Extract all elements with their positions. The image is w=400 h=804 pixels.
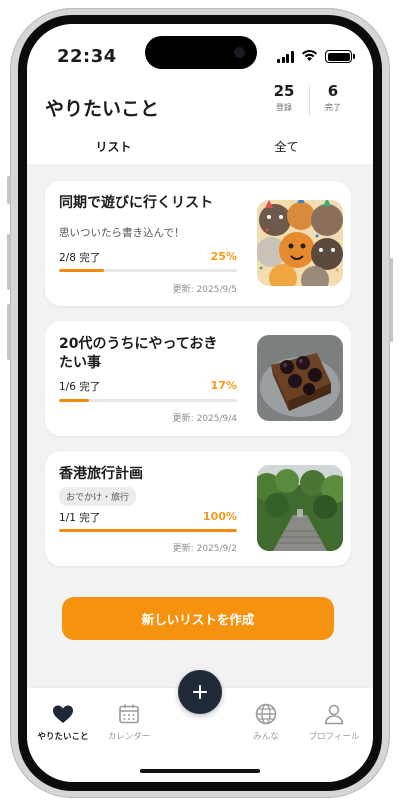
list-card-updated: 更新: 2025/9/2 <box>172 544 237 554</box>
list-card-updated: 更新: 2025/9/5 <box>172 285 237 295</box>
progress-fill <box>59 269 104 272</box>
cellular-signal-icon <box>277 51 295 63</box>
add-button[interactable] <box>178 670 222 714</box>
tab-all[interactable]: 全て <box>200 134 373 155</box>
list-card-title: 香港旅行計画 <box>59 466 143 482</box>
list-card-progress-bar <box>59 269 237 272</box>
progress-fill <box>59 529 237 532</box>
list-card-percent: 100% <box>203 510 237 523</box>
stat-completed-value: 6 <box>327 82 339 100</box>
list-card[interactable]: 同期で遊びに行くリスト 思いついたら書き込んで！ 2/8 完了 25% 更新: … <box>45 181 351 306</box>
list-card-title: 20代のうちにやっておきたい事 <box>59 336 218 371</box>
list-card-progress-bar <box>59 529 237 532</box>
list-card-description: 思いついたら書き込んで！ <box>59 227 185 239</box>
person-icon <box>324 704 344 725</box>
page-title: やりたいこと <box>45 98 160 120</box>
stat-completed-label: 完了 <box>325 103 341 112</box>
nav-item-profile[interactable]: プロフィール <box>299 702 369 742</box>
wifi-icon <box>302 49 317 61</box>
app-header: やりたいこと 25 登録 6 完了 リスト 全て <box>27 82 373 164</box>
list-card[interactable]: 香港旅行計画 おでかけ・旅行 1/1 完了 100% 更新: 2025/9/2 <box>45 451 351 566</box>
stat-completed: 6 完了 <box>315 82 351 113</box>
list-card-progress-text: 2/8 完了 <box>59 252 101 264</box>
cartoon-cats-party-image <box>257 200 343 286</box>
stat-registered-value: 25 <box>273 82 295 100</box>
stat-registered: 25 登録 <box>266 82 302 113</box>
nav-label: みんな <box>253 732 279 742</box>
battery-icon <box>325 50 355 63</box>
create-list-button[interactable]: 新しいリストを作成 <box>62 597 334 640</box>
list-card-progress-text: 1/1 完了 <box>59 512 101 524</box>
stat-divider <box>309 86 310 116</box>
nav-item-community[interactable]: みんな <box>231 702 301 742</box>
power-button <box>389 258 393 342</box>
calendar-icon <box>119 704 139 724</box>
volume-up-button <box>7 234 11 290</box>
nav-label: プロフィール <box>308 732 360 742</box>
list-card-percent: 17% <box>210 379 237 392</box>
nav-item-wishlist[interactable]: やりたいこと <box>28 702 98 742</box>
list-card-title: 同期で遊びに行くリスト <box>59 195 213 211</box>
heart-icon <box>53 705 73 723</box>
volume-down-button <box>7 304 11 360</box>
progress-fill <box>59 399 90 402</box>
plus-icon <box>193 685 207 699</box>
list-card-updated: 更新: 2025/9/4 <box>172 414 237 424</box>
globe-icon <box>255 703 277 725</box>
dynamic-island <box>145 36 257 69</box>
tab-list[interactable]: リスト <box>27 134 200 155</box>
stat-registered-label: 登録 <box>276 103 292 112</box>
list-card-progress-bar <box>59 399 237 402</box>
list-card-percent: 25% <box>210 250 237 263</box>
chocolate-cake-image <box>257 335 343 421</box>
category-tag: おでかけ・旅行 <box>59 487 137 506</box>
list-card-progress-text: 1/6 完了 <box>59 381 101 393</box>
status-bar: 22:34 <box>27 24 373 82</box>
app-screen: 22:34 やりたいこと 25 登録 6 完了 リスト 全て 同期で遊びに行くリ… <box>27 24 373 782</box>
list-card[interactable]: 20代のうちにやっておきたい事 1/6 完了 17% 更新: 2025/9/4 <box>45 321 351 436</box>
nav-item-calendar[interactable]: カレンダー <box>94 702 164 742</box>
tab-bar: リスト 全て <box>27 134 373 164</box>
nav-label: カレンダー <box>107 732 151 742</box>
forest-path-image <box>257 465 343 551</box>
mute-switch <box>7 176 11 204</box>
status-time: 22:34 <box>57 46 117 67</box>
nav-label: やりたいこと <box>37 732 89 742</box>
home-indicator[interactable] <box>140 769 260 773</box>
